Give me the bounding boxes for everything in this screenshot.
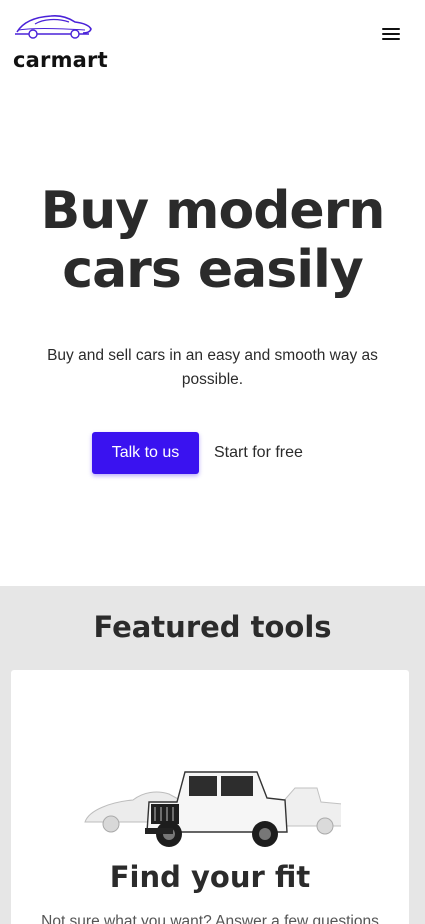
car-outline-icon	[15, 15, 92, 39]
hero-section: Buy modern cars easily Buy and sell cars…	[0, 80, 425, 586]
hero-title-line2: cars easily	[62, 240, 363, 300]
find-your-fit-description: Not sure what you want? Answer a few que…	[41, 913, 379, 924]
featured-tools-title: Featured tools	[93, 610, 332, 644]
find-your-fit-title: Find your fit	[109, 860, 311, 894]
hero-title: Buy modern cars easily	[0, 182, 425, 300]
featured-tools-section: Featured tools Find your fit Not sure wh…	[0, 586, 425, 924]
talk-to-us-button[interactable]: Talk to us	[92, 432, 199, 474]
start-for-free-link[interactable]: Start for free	[214, 432, 303, 474]
hero-subtitle: Buy and sell cars in an easy and smooth …	[47, 347, 378, 388]
brand-name: carmart	[13, 48, 108, 72]
hero-title-line1: Buy modern	[40, 181, 386, 241]
site-header: carmart	[0, 0, 425, 80]
brand-logo[interactable]: carmart	[13, 8, 113, 72]
cars-lineup-image	[84, 771, 341, 847]
hamburger-menu-icon[interactable]	[380, 26, 404, 44]
find-your-fit-card[interactable]: Find your fit Not sure what you want? An…	[11, 670, 409, 924]
